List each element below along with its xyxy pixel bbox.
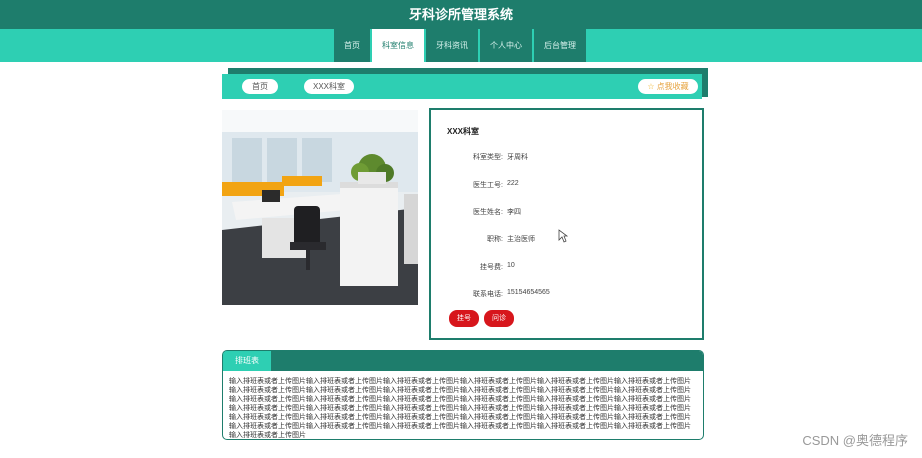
field-label: 医生姓名:	[473, 209, 503, 216]
field-value: 15154654565	[507, 289, 550, 296]
field-value: 李四	[507, 209, 521, 216]
field-label: 科室类型:	[473, 154, 503, 161]
department-title: XXX科室	[447, 127, 480, 136]
schedule-header: 排班表	[223, 351, 703, 371]
field-label: 医生工号:	[473, 182, 503, 189]
register-button[interactable]: 挂号	[449, 310, 479, 327]
breadcrumb-current[interactable]: XXX科室	[304, 79, 354, 94]
office-photo-icon	[222, 110, 418, 305]
nav-item-personal-center[interactable]: 个人中心	[480, 29, 532, 62]
nav-item-home[interactable]: 首页	[334, 29, 370, 62]
nav-item-admin[interactable]: 后台管理	[534, 29, 586, 62]
field-doctor-id: 医生工号: 222	[431, 180, 691, 192]
field-department-type: 科室类型: 牙周科	[431, 152, 691, 164]
tab-schedule[interactable]: 排班表	[223, 351, 271, 371]
department-detail-card: XXX科室 科室类型: 牙周科 医生工号: 222 医生姓名: 李四 职称: 主…	[429, 108, 704, 340]
field-label: 挂号费:	[480, 264, 503, 271]
field-phone: 联系电话: 15154654565	[431, 289, 691, 301]
schedule-content: 输入排班表或者上传图片输入排班表或者上传图片输入排班表或者上传图片输入排班表或者…	[229, 378, 691, 439]
department-photo	[222, 110, 418, 305]
diagnosis-button[interactable]: 问诊	[484, 310, 514, 327]
favorite-button[interactable]: ☆ 点我收藏	[638, 79, 698, 94]
nav-item-dental-news[interactable]: 牙科资讯	[426, 29, 478, 62]
watermark: CSDN @奥德程序	[802, 433, 908, 448]
field-value: 主治医师	[507, 236, 535, 243]
star-icon: ☆	[647, 82, 655, 91]
main-nav: 首页 科室信息 牙科资讯 个人中心 后台管理	[334, 29, 588, 62]
mouse-cursor-icon	[558, 229, 568, 243]
field-value: 222	[507, 180, 519, 187]
field-label: 联系电话:	[473, 291, 503, 298]
favorite-label: 点我收藏	[656, 82, 689, 91]
breadcrumb-home-link[interactable]: 首页	[242, 79, 278, 94]
field-value: 牙周科	[507, 154, 528, 161]
nav-item-departments[interactable]: 科室信息	[372, 29, 424, 62]
field-registration-fee: 挂号费: 10	[431, 262, 691, 274]
app-title: 牙科诊所管理系统	[0, 0, 922, 29]
field-label: 职称:	[487, 236, 503, 243]
field-doctor-name: 医生姓名: 李四	[431, 207, 691, 219]
breadcrumb: 首页 XXX科室 ☆ 点我收藏	[222, 74, 702, 99]
schedule-panel: 排班表 输入排班表或者上传图片输入排班表或者上传图片输入排班表或者上传图片输入排…	[222, 350, 704, 440]
field-value: 10	[507, 262, 515, 269]
nav-bar: 首页 科室信息 牙科资讯 个人中心 后台管理	[0, 29, 922, 62]
